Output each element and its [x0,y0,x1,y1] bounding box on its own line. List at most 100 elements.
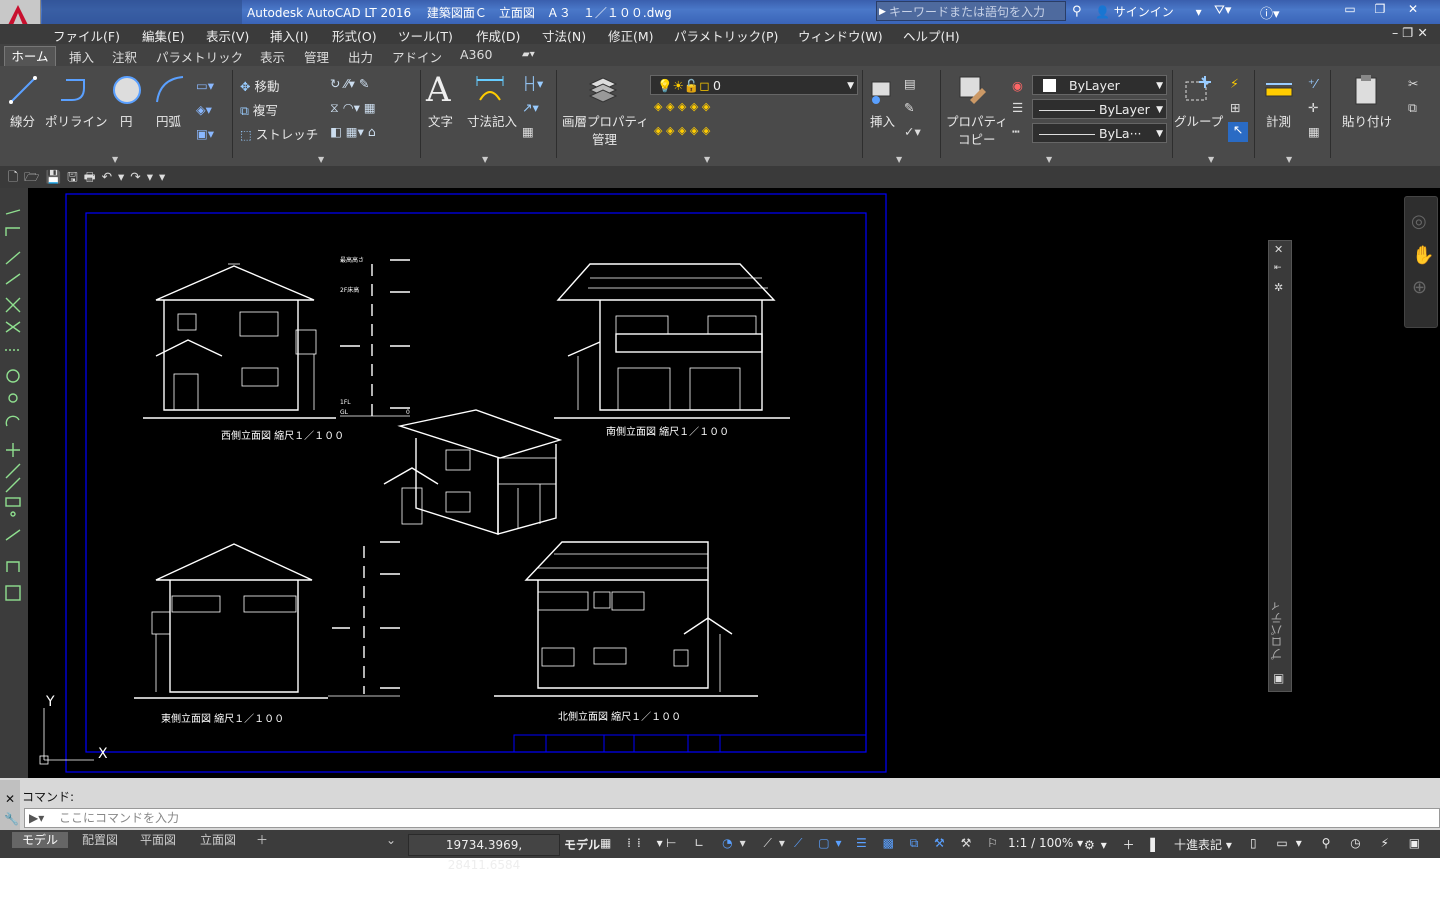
circle-button[interactable]: 円 [120,111,133,130]
dimension-button[interactable]: 寸法記入 [467,111,517,130]
group-button[interactable]: グループ [1174,111,1223,130]
status-tray-icons[interactable]: ▯ ▭▾ ⚲ ◷ ⚡ ▣ ☰ [1250,836,1440,850]
search-expand-icon[interactable]: ▶ [879,2,886,22]
dimension-icon[interactable] [474,74,506,106]
tab-addins[interactable]: アドイン [392,47,442,66]
navigation-bar[interactable]: ◎ ✋ ⊕ [1404,196,1438,328]
palette-properties-icon[interactable]: ▣ [1273,671,1284,685]
layer-properties-icon[interactable] [586,74,620,106]
line-icon[interactable] [8,74,38,106]
arc-button[interactable]: 円弧 [156,111,181,130]
command-close-icon[interactable]: ✕ [5,792,15,806]
tab-output[interactable]: 出力 [348,47,373,66]
annotation-panel-expand[interactable]: ▼ [482,155,488,164]
qat-icons[interactable]: 🗋🗁💾🖫🖶↶▾↷▾▾ [8,168,171,189]
group-edit-icon[interactable]: ⊞ [1230,100,1240,115]
measure-button[interactable]: 計測 [1266,111,1291,130]
annotation-visibility-icons[interactable]: ⚒ ⚒ ⚐ [934,836,1004,850]
command-prompt-icon[interactable]: ▶▾ [29,809,44,827]
binoculars-icon[interactable]: ⚲ [1072,4,1082,19]
point-style-icon[interactable]: ⁺⁄ [1308,76,1317,91]
utilities-panel-expand[interactable]: ▼ [1286,155,1292,164]
ribbon-options-icon[interactable]: ▰▾ [522,49,535,60]
layer-tools-row2[interactable]: ◈ ◈ ◈ ◈ ◈ [654,124,710,137]
signin-button[interactable]: 👤 サインイン ▾ [1095,3,1202,20]
tab-parametric[interactable]: パラメトリック [156,47,243,66]
help-icon[interactable]: ⓘ▾ [1260,3,1280,22]
color-dropdown[interactable]: ByLayer ▼ [1032,75,1167,95]
stretch-button[interactable]: ⬚ ストレッチ [240,124,318,143]
match-properties-button[interactable]: プロパティ [946,111,1008,130]
scale-icon[interactable]: ◧ ▦▾ ⌂ [330,124,376,139]
line-button[interactable]: 線分 [10,111,35,130]
grid-snap-icons[interactable]: ▦ ⁞⁞ ▾ [600,836,669,850]
units-dropdown[interactable]: 十進表記 ▾ [1174,836,1232,853]
lineweight-transparency-icons[interactable]: ☰ ▩ ⧉ [856,836,924,851]
menu-format[interactable]: 形式(O) [332,26,377,45]
menu-insert[interactable]: 挿入(I) [270,26,308,45]
autodesk-exchange-icon[interactable]: ⛛▾ [1214,3,1231,18]
linear-dim-icon[interactable]: ├┤▾ [522,76,543,91]
command-customize-icon[interactable]: 🔧 [4,812,19,826]
paste-icon[interactable] [1352,74,1382,106]
menu-help[interactable]: ヘルプ(H) [903,26,960,45]
menu-parametric[interactable]: パラメトリック(P) [674,26,778,45]
menu-tools[interactable]: ツール(T) [398,26,453,45]
modify-panel-expand[interactable]: ▼ [318,155,324,164]
leader-icon[interactable]: ↗▾ [522,100,539,115]
zoom-extents-icon[interactable]: ⊕ [1412,277,1427,298]
paste-button[interactable]: 貼り付け [1342,111,1392,130]
linetype-dropdown[interactable]: ByLayer ▼ [1032,99,1167,119]
rotate-icon[interactable]: ↻ ⁄⁄▾ ✎ [330,76,369,91]
arc-icon[interactable] [154,74,186,106]
search-input[interactable]: ▶ キーワードまたは語句を入力 [876,1,1066,21]
layer-tools-row1[interactable]: ◈ ◈ ◈ ◈ ◈ [654,100,710,113]
menu-edit[interactable]: 編集(E) [142,26,185,45]
menu-dimension[interactable]: 寸法(N) [542,26,586,45]
groups-panel-expand[interactable]: ▼ [1208,155,1214,164]
tab-insert[interactable]: 挿入 [69,47,94,66]
tool-palette-icons[interactable] [0,188,28,608]
osnap-icons[interactable]: ⟋ ▢▾ [794,836,848,851]
layout-tab-site[interactable]: 配置図 [82,832,118,848]
model-space-button[interactable]: モデル [564,836,600,853]
workspace-icons[interactable]: ⚙▾ ＋ ▌ [1084,836,1166,853]
add-layout-button[interactable]: ＋ [256,832,268,848]
palette-close-icon[interactable]: ✕ [1274,243,1283,256]
tab-view[interactable]: 表示 [260,47,285,66]
draw-panel-expand[interactable]: ▼ [112,155,118,164]
cut-icon[interactable]: ✂ [1408,76,1418,91]
group-select-toggle[interactable]: ↖ [1228,122,1248,142]
palette-autohide-icon[interactable]: ⇤ [1274,263,1282,273]
menu-view[interactable]: 表示(V) [206,26,249,45]
tab-annotate[interactable]: 注釈 [112,47,137,66]
text-icon[interactable]: A [426,70,451,110]
palette-settings-icon[interactable]: ✲ [1274,281,1283,294]
measure-icon[interactable] [1264,78,1294,104]
drawing-canvas[interactable]: 西側立面図 縮尺１／１００ 最高高さ 2F床高 1FL GL 0 南側立面図 縮… [28,188,1440,778]
tab-home[interactable]: ホーム [4,46,56,67]
insert-button[interactable]: 挿入 [870,111,895,130]
layout-tabs-scroll-icon[interactable]: ⌄ [386,832,396,848]
region-icon[interactable]: ▣▾ [196,126,214,141]
polyline-button[interactable]: ポリライン [45,111,108,130]
match-properties-icon[interactable] [956,74,988,106]
layer-properties-button[interactable]: 画層プロパティ [562,111,649,130]
tab-a360[interactable]: A360 [460,47,492,62]
layers-panel-expand[interactable]: ▼ [704,155,710,164]
block-panel-expand[interactable]: ▼ [896,155,902,164]
lineweight-dropdown[interactable]: ByLa··· ▼ [1032,123,1167,143]
minimize-button[interactable]: ▭ [1335,0,1365,20]
layout-tab-plan[interactable]: 平面図 [140,832,176,848]
command-input[interactable]: ▶▾ ここにコマンドを入力 [24,808,1440,828]
block-attr-icon[interactable]: ✓▾ [904,124,921,139]
close-window-button[interactable]: ✕ [1398,0,1428,20]
group-icon[interactable] [1182,74,1214,106]
copy-clip-icon[interactable]: ⧉ [1408,100,1417,116]
drafting-aids-icons[interactable]: ⊢ ∟ ◔▾ ⟋▾ [666,836,792,851]
table-icon[interactable]: ▦ [522,124,534,139]
create-block-icon[interactable]: ▤ [904,76,916,91]
maximize-button[interactable]: ❐ [1365,0,1395,20]
menu-window[interactable]: ウィンドウ(W) [798,26,883,45]
properties-panel-expand[interactable]: ▼ [1046,155,1052,164]
